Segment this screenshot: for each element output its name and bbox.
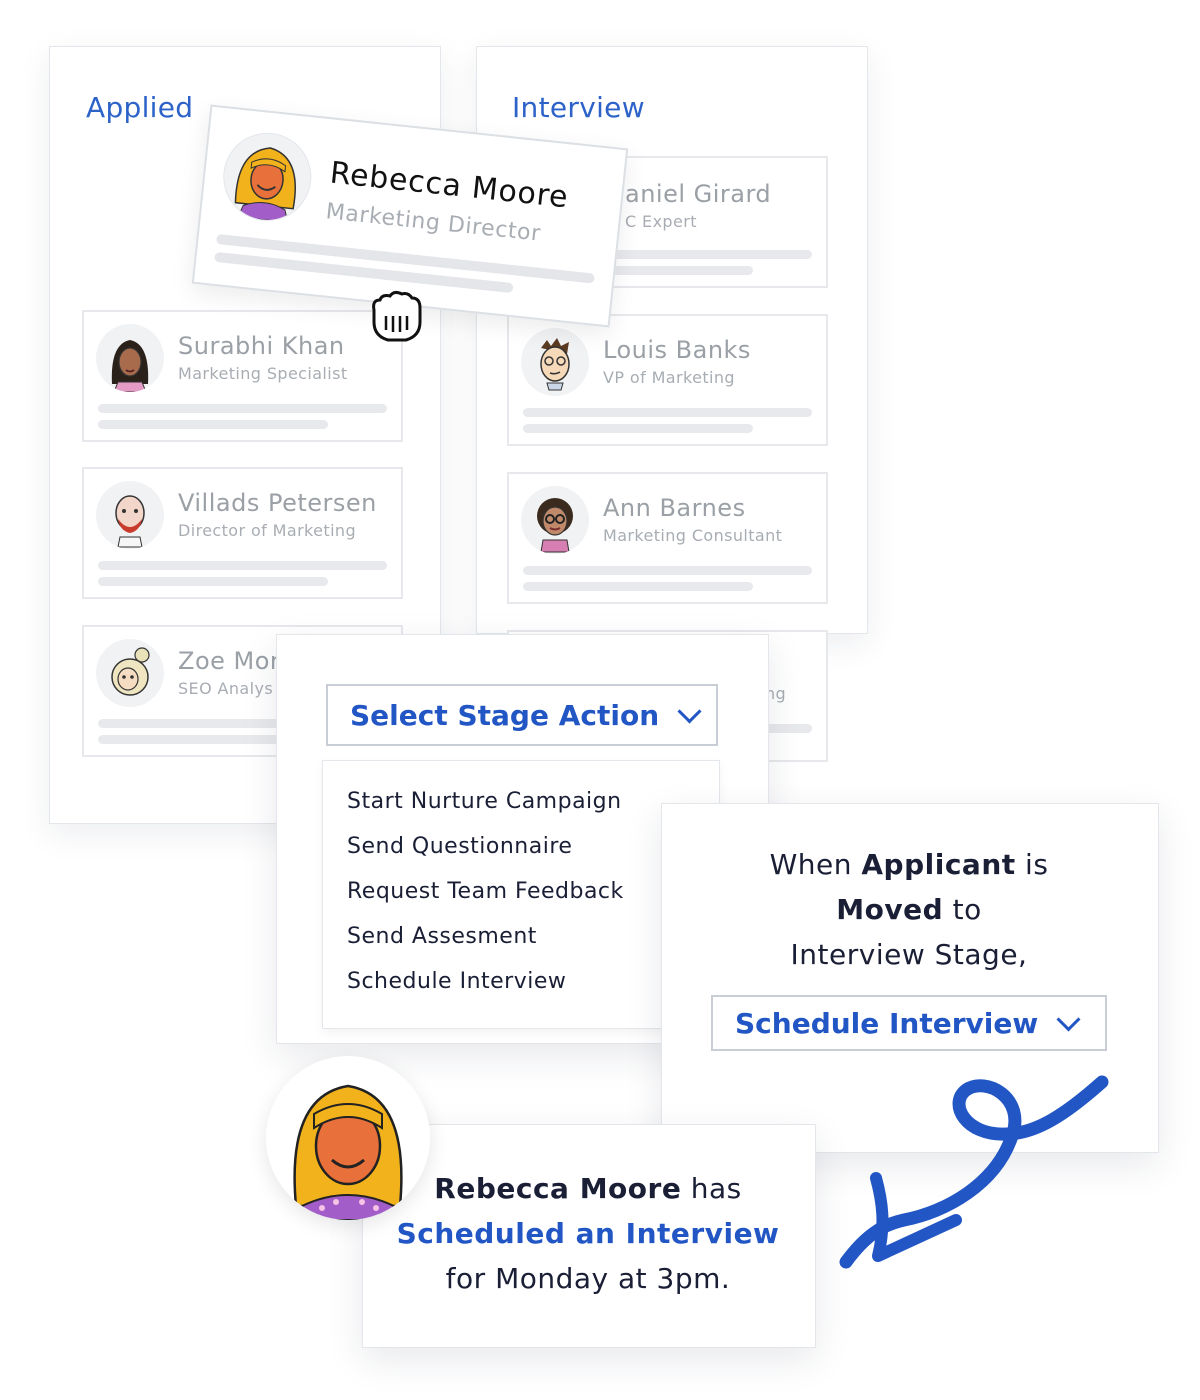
- rule-applicant: Applicant: [861, 848, 1016, 881]
- woman-glasses-avatar: [521, 486, 589, 554]
- placeholder-line: [523, 408, 812, 417]
- rule-text: When: [769, 848, 862, 881]
- candidate-role: C Expert: [625, 212, 697, 231]
- candidate-name: Ann Barnes: [603, 494, 746, 522]
- placeholder-line: [523, 424, 753, 433]
- placeholder-line: [98, 420, 328, 429]
- menu-item-start-nurture-campaign[interactable]: Start Nurture Campaign: [347, 789, 622, 814]
- notification-when: for Monday at 3pm.: [445, 1262, 731, 1295]
- candidate-role: VP of Marketing: [603, 368, 735, 387]
- man-glasses-avatar: [521, 328, 589, 396]
- menu-item-send-questionnaire[interactable]: Send Questionnaire: [347, 834, 572, 859]
- notification-text: has: [681, 1172, 742, 1205]
- candidate-role: Marketing Specialist: [178, 364, 348, 383]
- notification-action: Scheduled an Interview: [396, 1217, 780, 1250]
- candidate-name: Surabhi Khan: [178, 332, 345, 360]
- candidate-role: SEO Analys: [178, 679, 274, 698]
- bald-man-beard-avatar: [96, 481, 164, 549]
- candidate-name: aniel Girard: [625, 180, 772, 208]
- select-stage-action-dropdown[interactable]: Select Stage Action: [326, 684, 718, 746]
- woman-yellow-hair-avatar: [218, 128, 316, 226]
- interview-column-title: Interview: [512, 91, 645, 124]
- woman-dark-hair-avatar: [96, 324, 164, 392]
- candidate-card-louis-banks[interactable]: Louis Banks VP of Marketing: [507, 314, 828, 446]
- schedule-interview-dropdown[interactable]: Schedule Interview: [711, 995, 1107, 1051]
- candidate-card-surabhi-khan[interactable]: Surabhi Khan Marketing Specialist: [82, 310, 403, 442]
- menu-item-send-assesment[interactable]: Send Assesment: [347, 924, 537, 949]
- placeholder-line: [523, 566, 812, 575]
- grab-hand-icon: [366, 290, 426, 346]
- placeholder-line: [98, 577, 328, 586]
- candidate-card-villads-petersen[interactable]: Villads Petersen Director of Marketing: [82, 467, 403, 599]
- candidate-name: Villads Petersen: [178, 489, 377, 517]
- woman-bun-avatar: [96, 639, 164, 707]
- rule-text: is: [1015, 848, 1049, 881]
- candidate-name: Louis Banks: [603, 336, 751, 364]
- applied-column-title: Applied: [86, 91, 194, 124]
- notification-line-1: Rebecca Moore has: [362, 1172, 814, 1205]
- curved-arrow-icon: [836, 1074, 1110, 1274]
- chevron-down-icon: [677, 698, 702, 724]
- schedule-interview-value: Schedule Interview: [735, 1006, 1039, 1040]
- placeholder-line: [523, 582, 753, 591]
- placeholder-line: [98, 404, 387, 413]
- menu-item-schedule-interview[interactable]: Schedule Interview: [347, 969, 566, 994]
- candidate-card-ann-barnes[interactable]: Ann Barnes Marketing Consultant: [507, 472, 828, 604]
- menu-item-request-team-feedback[interactable]: Request Team Feedback: [347, 879, 624, 904]
- rule-line-2: Moved to: [661, 893, 1157, 926]
- rule-text: to: [943, 893, 982, 926]
- candidate-name: Zoe Mor: [178, 647, 281, 675]
- candidate-role: Marketing Consultant: [603, 526, 783, 545]
- placeholder-line: [98, 561, 387, 570]
- chevron-down-icon: [1056, 1006, 1081, 1032]
- rule-line-1: When Applicant is: [661, 848, 1157, 881]
- rule-moved: Moved: [836, 893, 944, 926]
- select-stage-action-label: Select Stage Action: [350, 698, 660, 732]
- rule-line-3: Interview Stage,: [790, 938, 1028, 971]
- candidate-role: Director of Marketing: [178, 521, 357, 540]
- rebecca-moore-avatar: [266, 1056, 430, 1220]
- notification-name: Rebecca Moore: [434, 1172, 682, 1205]
